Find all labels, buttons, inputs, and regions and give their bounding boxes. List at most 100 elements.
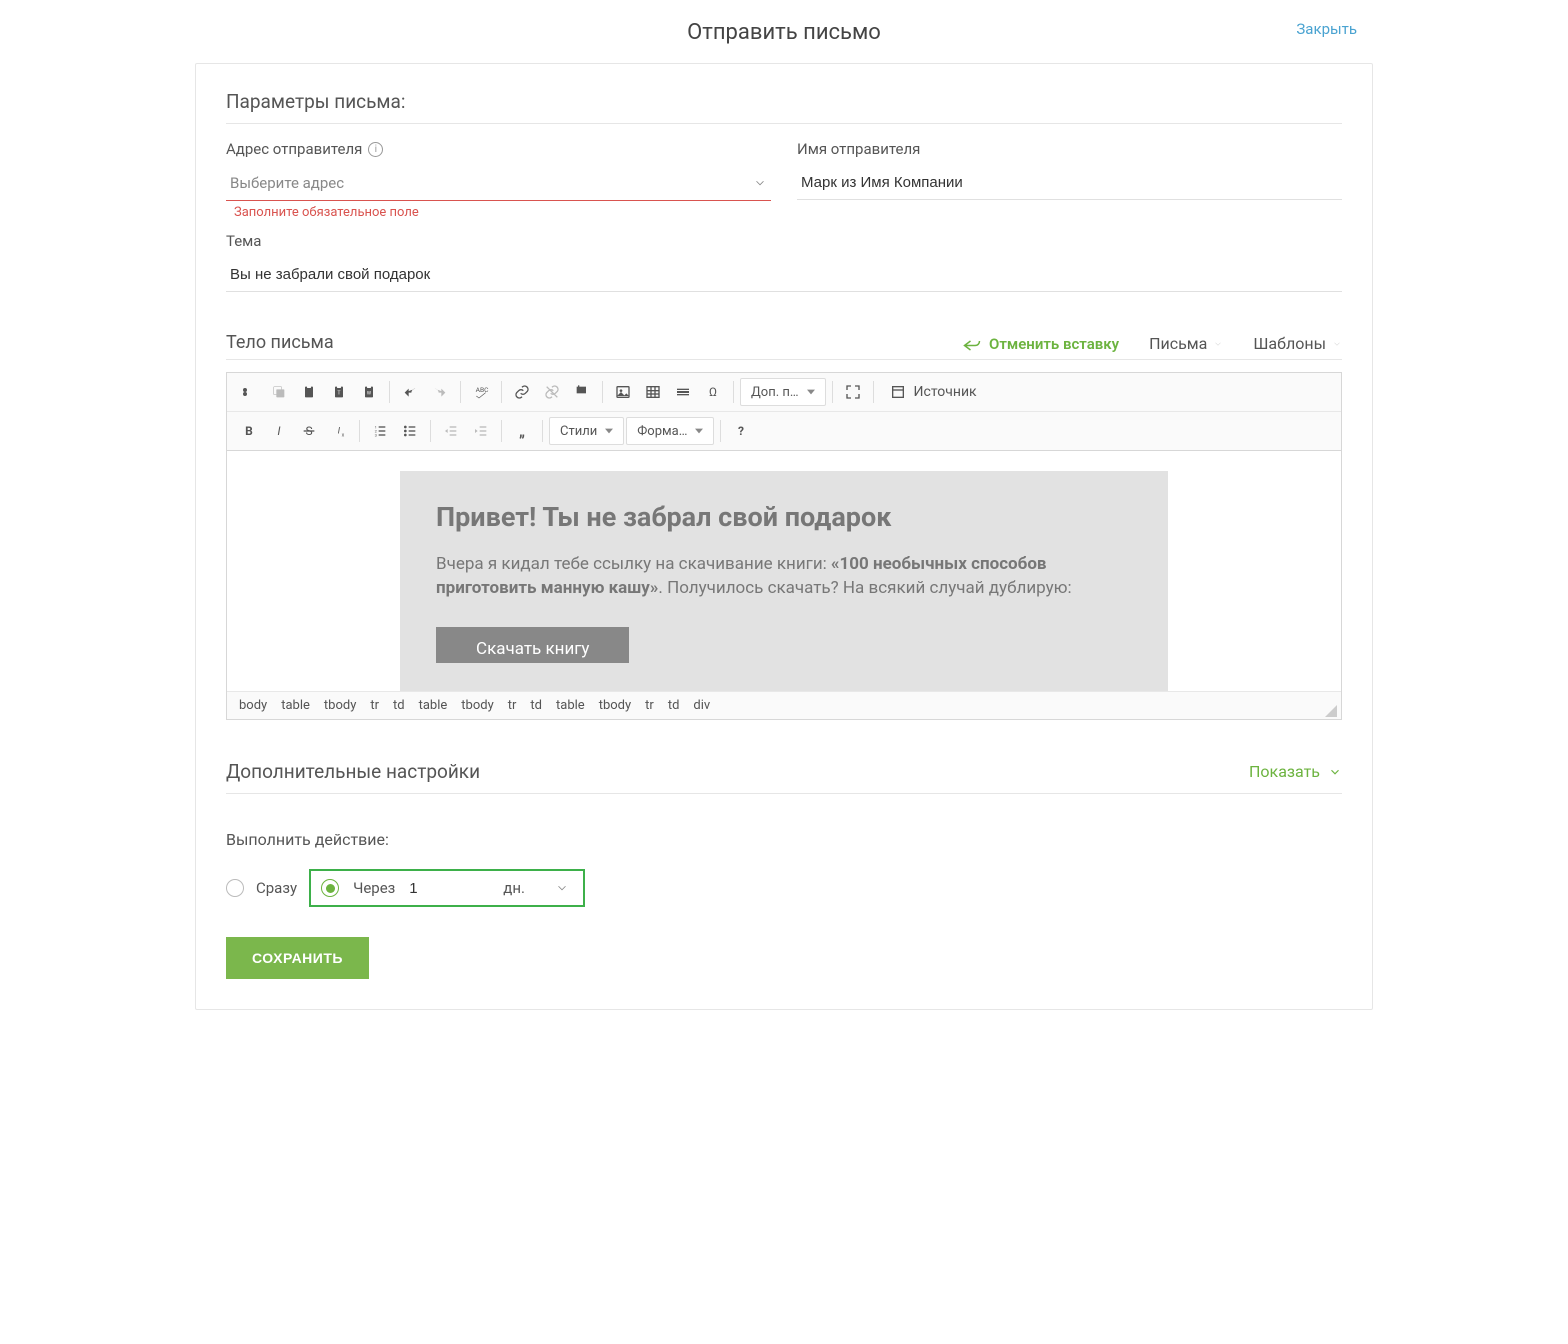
indent-icon[interactable] <box>467 417 495 445</box>
undo-insert-label: Отменить вставку <box>989 335 1119 353</box>
delay-unit-select[interactable]: дн. <box>503 879 569 897</box>
path-segment[interactable]: table <box>281 698 310 713</box>
email-form-card: Параметры письма: Адрес отправителя i Вы… <box>195 63 1373 1010</box>
toolbar-separator <box>430 420 431 442</box>
hr-icon[interactable] <box>669 378 697 406</box>
resize-grip-icon[interactable] <box>1325 705 1337 717</box>
chevron-down-icon <box>1332 334 1342 353</box>
spellcheck-icon[interactable]: ABC <box>467 378 495 406</box>
toolbar-separator <box>602 381 603 403</box>
path-segment[interactable]: td <box>393 698 405 713</box>
unlink-icon[interactable] <box>538 378 566 406</box>
path-segment[interactable]: tbody <box>599 698 631 713</box>
styles-label: Стили <box>560 424 597 439</box>
email-text-segment: . Получилось скачать? На всякий случай д… <box>658 578 1071 598</box>
image-icon[interactable] <box>609 378 637 406</box>
format-dropdown[interactable]: Форма… <box>626 417 714 445</box>
anchor-icon[interactable] <box>568 378 596 406</box>
toolbar-separator <box>720 420 721 442</box>
source-button[interactable]: Источник <box>880 378 987 406</box>
path-segment[interactable]: div <box>693 698 710 713</box>
svg-text:x: x <box>342 432 345 438</box>
help-icon[interactable]: ? <box>727 417 755 445</box>
sender-name-input[interactable] <box>797 166 1342 200</box>
undo-insert-button[interactable]: Отменить вставку <box>963 335 1119 353</box>
paste-icon[interactable] <box>295 378 323 406</box>
maximize-icon[interactable] <box>839 378 867 406</box>
special-char-icon[interactable]: Ω <box>699 378 727 406</box>
more-plugins-dropdown[interactable]: Доп. п… <box>740 378 826 406</box>
letters-dropdown-label: Письма <box>1149 334 1207 353</box>
sender-address-label-text: Адрес отправителя <box>226 140 362 158</box>
toolbar-separator <box>501 420 502 442</box>
link-icon[interactable] <box>508 378 536 406</box>
svg-text:3: 3 <box>375 432 377 437</box>
remove-format-icon[interactable]: Ix <box>325 417 353 445</box>
source-label: Источник <box>914 384 977 400</box>
radio-after-label: Через <box>353 879 395 897</box>
path-segment[interactable]: tbody <box>461 698 493 713</box>
rich-text-editor: T W ABC Ω Доп. п… <box>226 372 1342 720</box>
redo-icon[interactable] <box>426 378 454 406</box>
email-text-segment: Вчера я кидал тебе ссылку на скачивание … <box>436 554 831 574</box>
subject-label: Тема <box>226 232 1342 250</box>
perform-action-label: Выполнить действие: <box>226 830 1342 849</box>
path-segment[interactable]: tr <box>370 698 379 713</box>
strike-icon[interactable]: S <box>295 417 323 445</box>
paste-word-icon[interactable]: W <box>355 378 383 406</box>
undo-icon[interactable] <box>396 378 424 406</box>
radio-after[interactable] <box>321 879 339 897</box>
sender-address-select[interactable]: Выберите адрес <box>226 166 771 201</box>
email-heading: Привет! Ты не забрал свой подарок <box>436 501 1132 533</box>
email-paragraph: Вчера я кидал тебе ссылку на скачивание … <box>436 553 1132 601</box>
editor-content-area[interactable]: Привет! Ты не забрал свой подарок Вчера … <box>227 451 1341 691</box>
path-segment[interactable]: table <box>556 698 585 713</box>
sender-address-error: Заполните обязательное поле <box>226 205 771 220</box>
modal-title: Отправить письмо <box>687 20 881 45</box>
radio-now-label: Сразу <box>256 879 297 897</box>
show-settings-toggle[interactable]: Показать <box>1249 762 1342 781</box>
copy-icon[interactable] <box>265 378 293 406</box>
svg-text:I: I <box>338 426 341 437</box>
numbered-list-icon[interactable]: 123 <box>366 417 394 445</box>
path-segment[interactable]: td <box>668 698 680 713</box>
more-plugins-label: Доп. п… <box>751 385 799 400</box>
info-icon[interactable]: i <box>368 142 383 157</box>
blockquote-icon[interactable]: „ <box>508 417 536 445</box>
path-segment[interactable]: tbody <box>324 698 356 713</box>
toolbar-separator <box>873 381 874 403</box>
svg-text:I: I <box>277 424 281 438</box>
bold-icon[interactable]: B <box>235 417 263 445</box>
delay-value-input[interactable] <box>409 880 489 897</box>
table-icon[interactable] <box>639 378 667 406</box>
element-path-bar: body table tbody tr td table tbody tr td… <box>227 691 1341 719</box>
source-icon <box>890 384 906 400</box>
path-segment[interactable]: td <box>530 698 542 713</box>
outdent-icon[interactable] <box>437 417 465 445</box>
toolbar-separator <box>542 420 543 442</box>
svg-text:ABC: ABC <box>476 386 489 394</box>
path-segment[interactable]: table <box>419 698 448 713</box>
chevron-down-icon <box>1328 765 1342 779</box>
toolbar-separator <box>733 381 734 403</box>
save-button[interactable]: СОХРАНИТЬ <box>226 937 369 979</box>
cut-icon[interactable] <box>235 378 263 406</box>
letters-dropdown[interactable]: Письма <box>1149 334 1223 353</box>
path-segment[interactable]: tr <box>645 698 654 713</box>
additional-settings-title: Дополнительные настройки <box>226 760 480 783</box>
path-segment[interactable]: tr <box>508 698 517 713</box>
styles-dropdown[interactable]: Стили <box>549 417 624 445</box>
italic-icon[interactable]: I <box>265 417 293 445</box>
close-button[interactable]: Закрыть <box>1296 20 1357 38</box>
toolbar-separator <box>359 420 360 442</box>
svg-text:?: ? <box>738 424 744 438</box>
radio-now[interactable] <box>226 879 244 897</box>
templates-dropdown[interactable]: Шаблоны <box>1253 334 1342 353</box>
toolbar-separator <box>832 381 833 403</box>
email-preview-block: Привет! Ты не забрал свой подарок Вчера … <box>400 471 1168 691</box>
bullet-list-icon[interactable] <box>396 417 424 445</box>
paste-text-icon[interactable]: T <box>325 378 353 406</box>
format-label: Форма… <box>637 424 687 439</box>
subject-input[interactable] <box>226 258 1342 292</box>
path-segment[interactable]: body <box>239 698 267 713</box>
